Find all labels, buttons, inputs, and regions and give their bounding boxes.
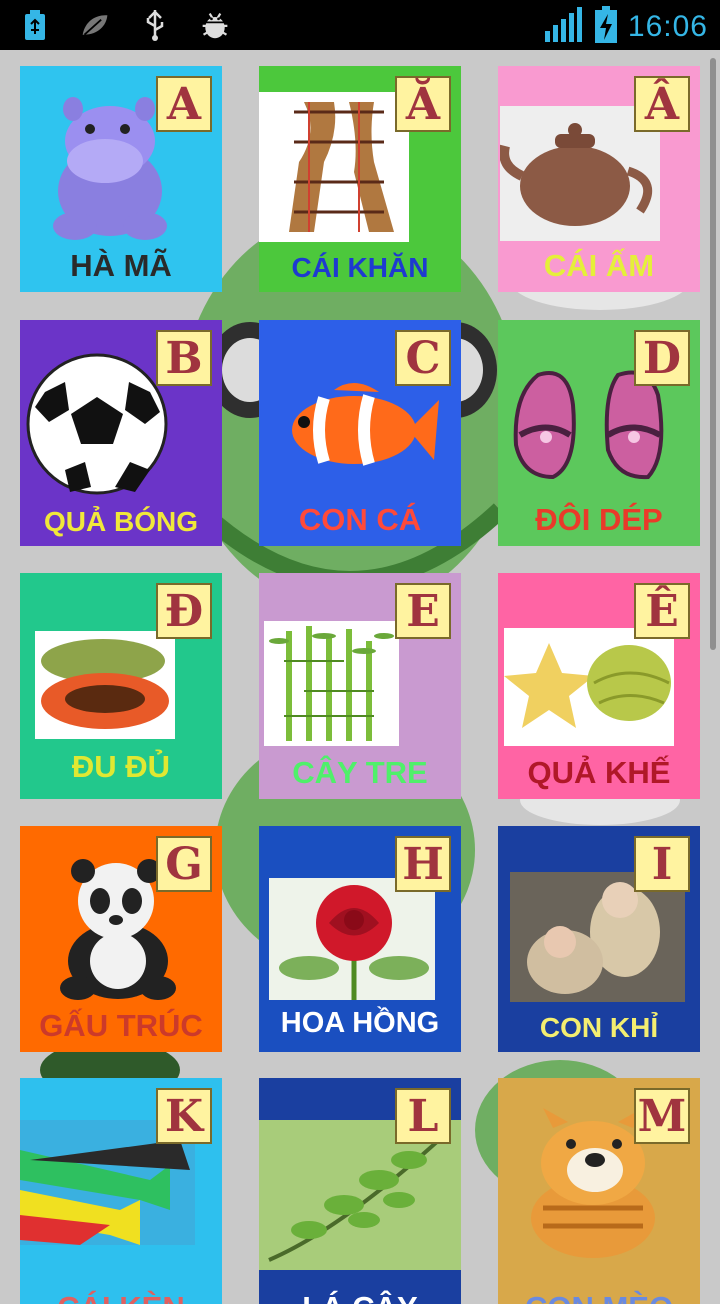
card-word: CÁI KÈN bbox=[20, 1290, 222, 1304]
alphabet-grid: A HÀ MÃ Ă CÁI KHĂN Â CÁI ẤM B QUẢ BÓNG C… bbox=[0, 50, 720, 1304]
card-word: QUẢ BÓNG bbox=[44, 506, 198, 537]
letter-badge: Ê bbox=[634, 583, 690, 639]
card-m[interactable]: M CON MÈO bbox=[498, 1078, 700, 1304]
card-e[interactable]: E CÂY TRE bbox=[259, 573, 461, 799]
scarf-image bbox=[259, 92, 409, 242]
card-word: QUẢ KHẾ bbox=[527, 755, 671, 790]
letter-badge: D bbox=[634, 330, 690, 386]
card-word: CÂY TRE bbox=[292, 755, 428, 790]
card-i[interactable]: I CON KHỈ bbox=[498, 826, 700, 1052]
letter-badge: M bbox=[634, 1088, 690, 1144]
letter-badge: Đ bbox=[156, 583, 212, 639]
card-b[interactable]: B QUẢ BÓNG bbox=[20, 320, 222, 546]
usb-storage-icon bbox=[20, 8, 50, 42]
card-word: CÁI ẤM bbox=[543, 248, 655, 283]
starfruit-image bbox=[504, 628, 674, 746]
card-h[interactable]: H HOA HỒNG bbox=[259, 826, 461, 1052]
debug-bug-icon bbox=[200, 8, 230, 42]
signal-strength-icon bbox=[544, 7, 584, 47]
soccer-ball-image bbox=[25, 352, 170, 497]
letter-badge: B bbox=[156, 330, 212, 386]
card-word: GẤU TRÚC bbox=[39, 1008, 203, 1043]
card-e-circumflex[interactable]: Ê QUẢ KHẾ bbox=[498, 573, 700, 799]
letter-badge: A bbox=[156, 76, 212, 132]
letter-badge: Ă bbox=[395, 76, 451, 132]
card-word: ĐÔI DÉP bbox=[535, 502, 663, 537]
card-word: HOA HỒNG bbox=[280, 1007, 440, 1039]
letter-badge: I bbox=[634, 836, 690, 892]
letter-badge: C bbox=[395, 330, 451, 386]
card-d-stroke[interactable]: Đ ĐU ĐỦ bbox=[20, 573, 222, 799]
card-k[interactable]: K CÁI KÈN bbox=[20, 1078, 222, 1304]
card-g[interactable]: G GẤU TRÚC bbox=[20, 826, 222, 1052]
letter-badge: E bbox=[395, 583, 451, 639]
letter-badge: K bbox=[156, 1088, 212, 1144]
card-word: LÁ CÂY bbox=[259, 1290, 461, 1304]
bamboo-image bbox=[264, 621, 399, 746]
rose-image bbox=[269, 878, 435, 1000]
card-word: CON CÁ bbox=[298, 502, 422, 537]
leaf-icon bbox=[80, 8, 110, 42]
clock: 16:06 bbox=[627, 10, 708, 43]
status-bar: 16:06 bbox=[0, 0, 720, 50]
card-c[interactable]: C CON CÁ bbox=[259, 320, 461, 546]
card-a-circumflex[interactable]: Â CÁI ẤM bbox=[498, 66, 700, 292]
letter-badge: H bbox=[395, 836, 451, 892]
card-word: CON MÈO bbox=[498, 1290, 700, 1304]
card-a-breve[interactable]: Ă CÁI KHĂN bbox=[259, 66, 461, 292]
card-word: CON KHỈ bbox=[539, 1012, 659, 1043]
card-word: ĐU ĐỦ bbox=[71, 749, 171, 784]
card-d[interactable]: D ĐÔI DÉP bbox=[498, 320, 700, 546]
usb-icon bbox=[140, 8, 170, 42]
card-word: HÀ MÃ bbox=[70, 248, 172, 283]
battery-charging-icon bbox=[594, 6, 618, 48]
letter-badge: L bbox=[395, 1088, 451, 1144]
papaya-image bbox=[35, 631, 175, 739]
card-a[interactable]: A HÀ MÃ bbox=[20, 66, 222, 292]
card-l[interactable]: L LÁ CÂY bbox=[259, 1078, 461, 1304]
letter-badge: G bbox=[156, 836, 212, 892]
card-word: CÁI KHĂN bbox=[291, 252, 429, 283]
clownfish-image bbox=[284, 380, 439, 480]
letter-badge: Â bbox=[634, 76, 690, 132]
